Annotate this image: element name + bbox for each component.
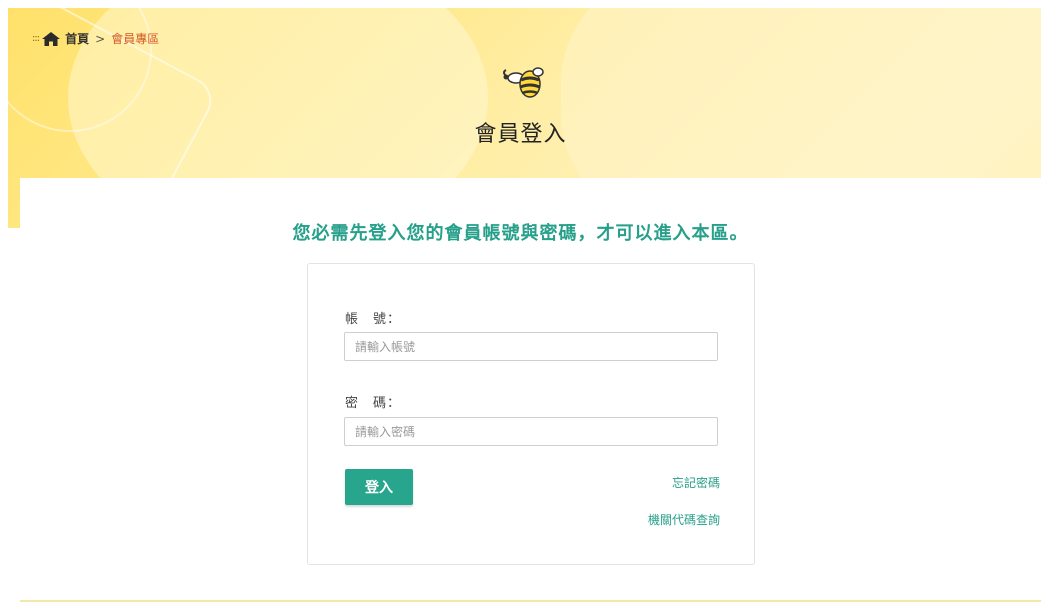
breadcrumb-home-link[interactable]: 首頁	[65, 30, 89, 47]
bee-logo-icon	[503, 67, 544, 98]
breadcrumb: ::: 首頁 > 會員專區	[32, 30, 159, 47]
password-input[interactable]	[344, 417, 718, 446]
home-icon[interactable]	[41, 31, 61, 47]
login-form: 帳 號： 密 碼： 登入 忘記密碼 機關代碼查詢	[307, 263, 755, 565]
account-label: 帳 號：	[345, 312, 402, 327]
breadcrumb-current[interactable]: 會員專區	[111, 30, 159, 47]
agency-code-lookup-link[interactable]: 機關代碼查詢	[648, 511, 720, 528]
password-label: 密 碼：	[345, 396, 402, 411]
page-title: 會員登入	[474, 122, 567, 147]
account-input[interactable]	[344, 332, 718, 361]
accesskey-marker[interactable]: :::	[32, 33, 40, 44]
forgot-password-link[interactable]: 忘記密碼	[672, 474, 720, 491]
login-required-notice: 您必需先登入您的會員帳號與密碼，才可以進入本區。	[292, 223, 749, 244]
breadcrumb-separator: >	[95, 31, 106, 46]
login-button[interactable]: 登入	[345, 469, 413, 505]
